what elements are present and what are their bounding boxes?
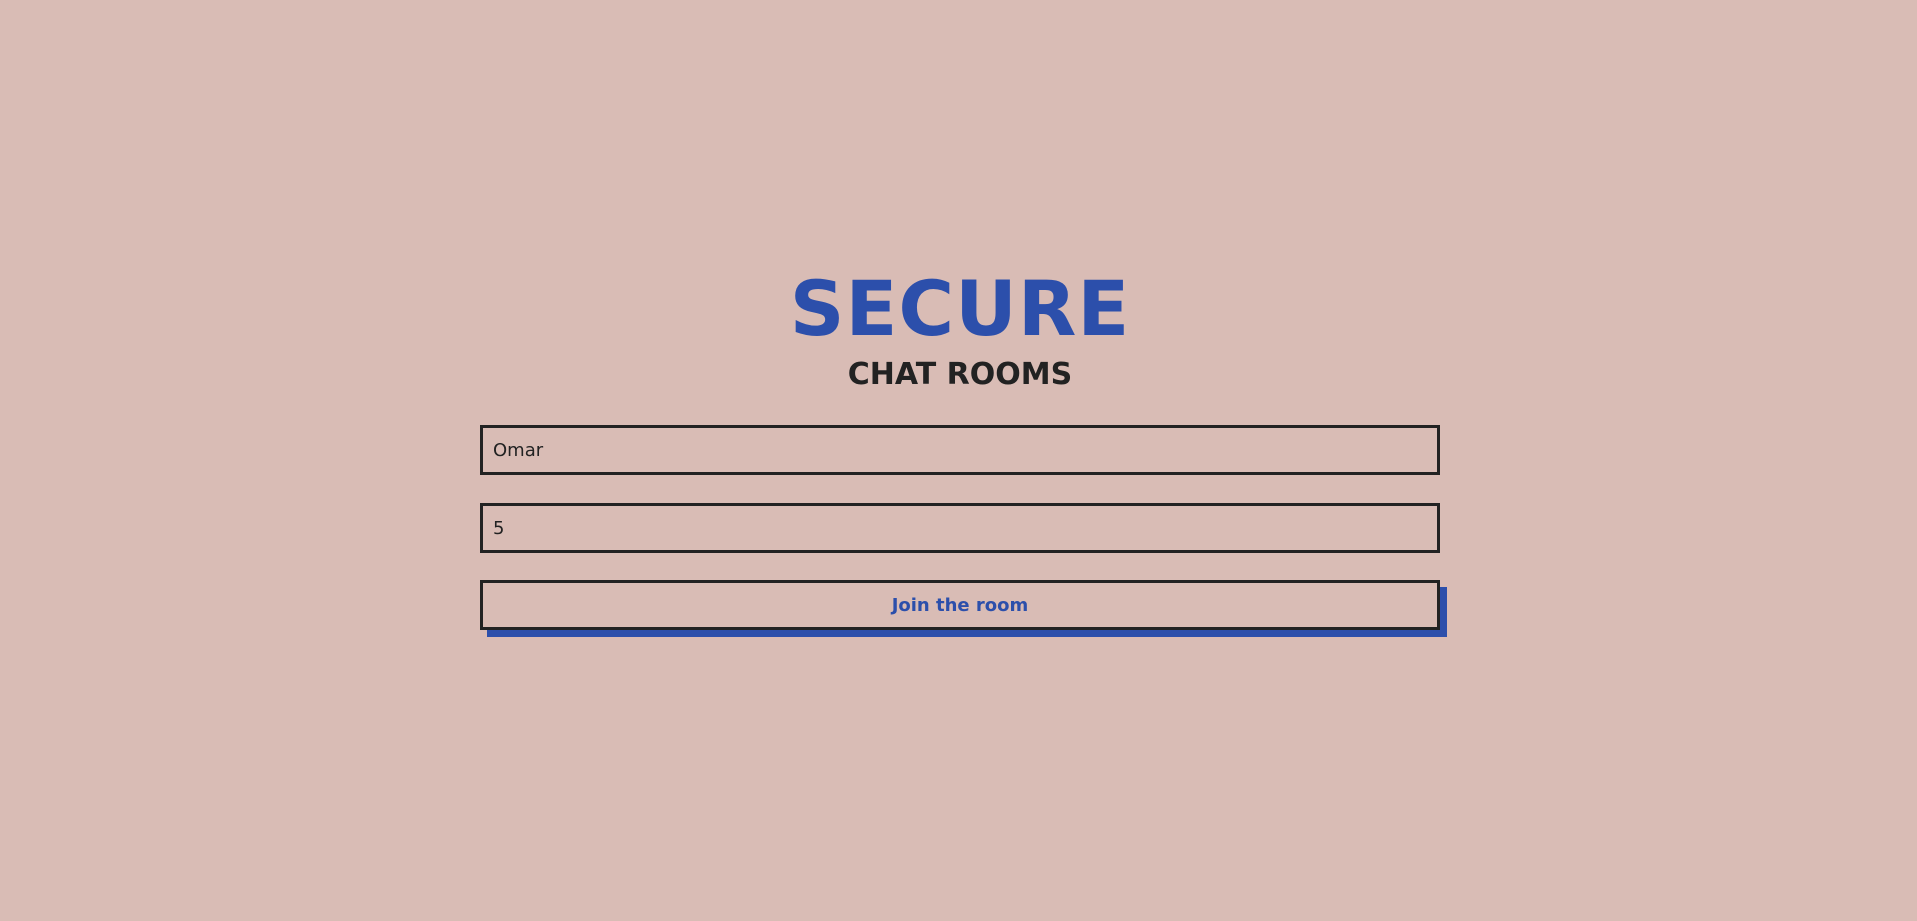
join-room-button[interactable]: Join the room <box>480 580 1440 630</box>
brand-subtitle: CHAT ROOMS <box>847 357 1073 392</box>
join-panel: SECURE CHAT ROOMS Join the room <box>480 270 1440 630</box>
join-form: Join the room <box>480 425 1440 630</box>
brand-title: SECURE <box>789 264 1131 353</box>
username-input[interactable] <box>480 425 1440 475</box>
room-input[interactable] <box>480 503 1440 553</box>
